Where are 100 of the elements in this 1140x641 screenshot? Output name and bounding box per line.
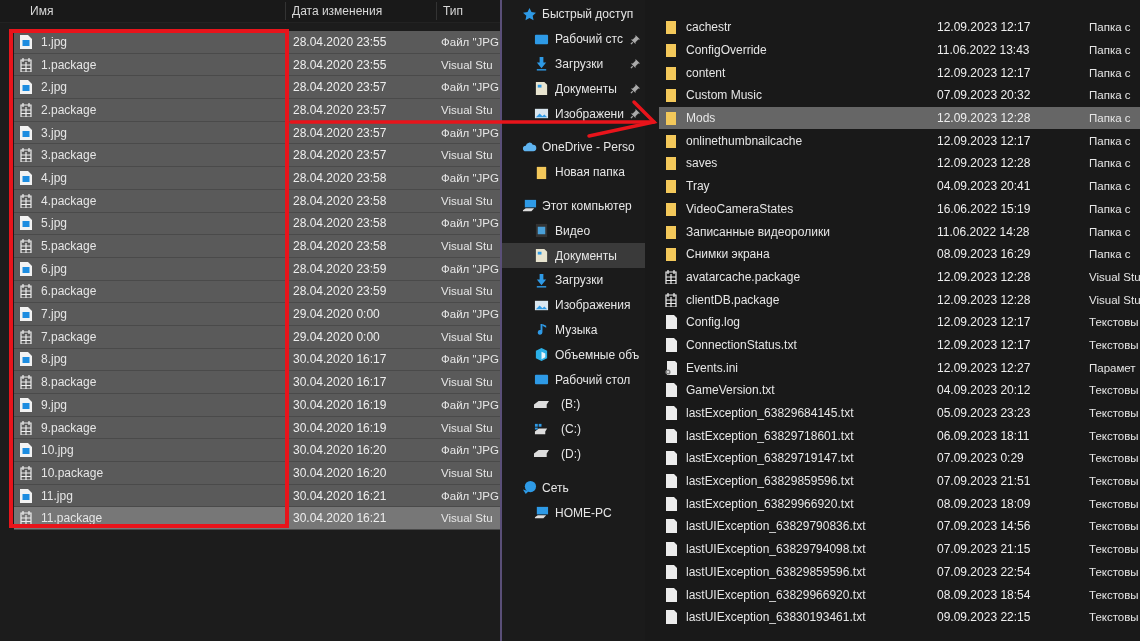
file-row[interactable]: ConnectionStatus.txt 12.09.2023 12:17 Текстовы xyxy=(659,333,1140,357)
date-cell-text: 08.09.2023 18:54 xyxy=(936,587,1032,602)
navigation-item[interactable]: Изображения xyxy=(502,292,645,318)
navigation-item[interactable]: (C:) xyxy=(502,416,645,442)
navigation-item[interactable]: Объемные объ xyxy=(502,342,645,368)
type-cell-text: Visual Stu xyxy=(440,512,494,525)
file-name: lastException_63829719147.txt xyxy=(686,451,854,466)
folder-icon xyxy=(534,164,549,180)
file-row[interactable]: onlinethumbnailcache 12.09.2023 12:17 Папка с xyxy=(659,129,1140,153)
navigation-item[interactable]: HOME-PC xyxy=(502,500,645,525)
file-row[interactable]: lastException_63829718601.txt 06.09.2023 18:11 Текстовы xyxy=(659,424,1140,448)
file-row[interactable]: saves 12.09.2023 12:28 Папка с xyxy=(659,152,1140,175)
type-cell-text: Текстовы xyxy=(1088,543,1140,556)
file-row[interactable]: Events.ini 12.09.2023 12:27 Парамет xyxy=(659,356,1140,379)
file-row[interactable]: Custom Music 07.09.2023 20:32 Папка с xyxy=(659,84,1140,107)
column-header[interactable]: Дата изменения xyxy=(286,2,437,20)
file-row[interactable]: 6.package 28.04.2020 23:59 Visual Stu xyxy=(14,280,500,304)
file-row[interactable]: 8.jpg 30.04.2020 16:17 Файл "JPG xyxy=(14,348,500,372)
navigation-item[interactable]: Быстрый доступ xyxy=(502,2,645,27)
file-row[interactable]: 1.jpg 28.04.2020 23:55 Файл "JPG xyxy=(14,31,500,54)
file-name: VideoCameraStates xyxy=(686,201,794,216)
text-file-icon xyxy=(665,519,677,534)
date-cell-text: 12.09.2023 12:27 xyxy=(936,360,1032,375)
file-row[interactable]: Снимки экрана 08.09.2023 16:29 Папка с xyxy=(659,242,1140,266)
navigation-item[interactable]: Документы xyxy=(502,76,645,102)
type-cell-text: Файл "JPG xyxy=(440,171,500,184)
file-row[interactable]: Tray 04.09.2023 20:41 Папка с xyxy=(659,174,1140,198)
file-row[interactable]: 5.jpg 28.04.2020 23:58 Файл "JPG xyxy=(14,212,500,236)
file-row[interactable]: 2.package 28.04.2020 23:57 Visual Stu xyxy=(14,99,500,122)
folder-icon xyxy=(665,20,677,35)
file-row[interactable]: 3.package 28.04.2020 23:57 Visual Stu xyxy=(14,144,500,168)
file-row[interactable]: cachestr 12.09.2023 12:17 Папка с xyxy=(659,16,1140,39)
file-row[interactable]: 11.jpg 30.04.2020 16:21 Файл "JPG xyxy=(14,484,500,508)
navigation-item[interactable]: Новая папка xyxy=(502,159,645,185)
file-row[interactable]: lastUIException_63829859596.txt 07.09.2023 22:54 Текстовы xyxy=(659,560,1140,584)
date-cell-text: 11.06.2022 13:43 xyxy=(936,43,1031,58)
file-row[interactable]: 4.package 28.04.2020 23:58 Visual Stu xyxy=(14,189,500,213)
navigation-item[interactable]: Загрузки xyxy=(502,267,645,293)
file-row[interactable]: 2.jpg 28.04.2020 23:57 Файл "JPG xyxy=(14,76,500,100)
file-row[interactable]: clientDB.package 12.09.2023 12:28 Visual Stu xyxy=(659,288,1140,311)
file-row[interactable]: 10.jpg 30.04.2020 16:20 Файл "JPG xyxy=(14,439,500,463)
type-cell-text: Текстовы xyxy=(1088,588,1140,601)
file-row[interactable]: ConfigOverride 11.06.2022 13:43 Папка с xyxy=(659,38,1140,62)
navigation-item[interactable]: Сеть xyxy=(502,475,645,501)
file-row[interactable]: 5.package 28.04.2020 23:58 Visual Stu xyxy=(14,235,500,258)
file-name: GameVersion.txt xyxy=(686,383,775,398)
file-name: onlinethumbnailcache xyxy=(686,133,803,148)
file-row[interactable]: 10.package 30.04.2020 16:20 Visual Stu xyxy=(14,462,500,485)
navigation-item[interactable]: Документы xyxy=(502,243,645,268)
file-row[interactable]: content 12.09.2023 12:17 Папка с xyxy=(659,61,1140,85)
file-row[interactable]: 1.package 28.04.2020 23:55 Visual Stu xyxy=(14,53,500,77)
image-file-icon xyxy=(20,261,32,276)
navigation-item[interactable]: Рабочий стс xyxy=(502,26,645,52)
drive-icon xyxy=(534,450,549,458)
file-row[interactable]: lastUIException_63830193461.txt 09.09.2023 22:15 Текстовы xyxy=(659,605,1140,629)
file-row[interactable]: lastException_63829859596.txt 07.09.2023 21:51 Текстовы xyxy=(659,469,1140,493)
navigation-item[interactable]: (B:) xyxy=(502,391,645,417)
type-cell-text: Файл "JPG xyxy=(440,126,500,139)
file-name: 1.package xyxy=(41,57,97,72)
file-row[interactable]: lastException_63829719147.txt 07.09.2023 0:29 Текстовы xyxy=(659,447,1140,470)
file-row[interactable]: lastUIException_63829790836.txt 07.09.2023 14:56 Текстовы xyxy=(659,515,1140,538)
column-header[interactable]: Тип xyxy=(437,2,500,20)
file-row[interactable]: lastUIException_63829794098.txt 07.09.2023 21:15 Текстовы xyxy=(659,537,1140,561)
file-row[interactable]: 4.jpg 28.04.2020 23:58 Файл "JPG xyxy=(14,167,500,190)
image-file-icon xyxy=(20,216,32,231)
file-name: 8.package xyxy=(41,375,97,390)
file-row[interactable]: 7.jpg 29.04.2020 0:00 Файл "JPG xyxy=(14,303,500,326)
date-cell-text: 06.09.2023 18:11 xyxy=(936,428,1031,443)
download-icon xyxy=(534,56,549,72)
date-cell-text: 12.09.2023 12:17 xyxy=(936,315,1032,330)
navigation-item[interactable]: (D:) xyxy=(502,441,645,467)
file-row[interactable]: GameVersion.txt 04.09.2023 20:12 Текстовы xyxy=(659,379,1140,402)
navigation-item[interactable]: OneDrive - Perso xyxy=(502,135,645,160)
column-header[interactable]: Имя xyxy=(0,2,286,20)
file-row[interactable]: lastException_63829966920.txt 08.09.2023 18:09 Текстовы xyxy=(659,492,1140,516)
file-row[interactable]: VideoCameraStates 16.06.2022 15:19 Папка с xyxy=(659,197,1140,221)
type-cell-text: Файл "JPG xyxy=(440,262,500,275)
folder-icon xyxy=(665,247,677,262)
file-row[interactable]: 9.package 30.04.2020 16:19 Visual Stu xyxy=(14,416,500,440)
file-row[interactable]: 7.package 29.04.2020 0:00 Visual Stu xyxy=(14,325,500,349)
navigation-item[interactable]: Изображени xyxy=(502,101,645,126)
file-row[interactable]: Mods 12.09.2023 12:28 Папка с xyxy=(659,106,1140,130)
navigation-item[interactable]: Загрузки xyxy=(502,51,645,77)
file-row[interactable]: avatarcache.package 12.09.2023 12:28 Visual Stu xyxy=(659,265,1140,289)
file-row[interactable]: lastUIException_63829966920.txt 08.09.2023 18:54 Текстовы xyxy=(659,583,1140,606)
file-name: 10.jpg xyxy=(41,443,74,458)
date-cell-text: 09.09.2023 22:15 xyxy=(936,610,1032,625)
navigation-item[interactable]: Рабочий стол xyxy=(502,367,645,392)
file-row[interactable]: 9.jpg 30.04.2020 16:19 Файл "JPG xyxy=(14,394,500,417)
navigation-item[interactable]: Музыка xyxy=(502,317,645,343)
type-cell-text: Visual Stu xyxy=(440,103,494,116)
type-cell-text: Текстовы xyxy=(1088,497,1140,510)
file-row[interactable]: lastException_63829684145.txt 05.09.2023 23:23 Текстовы xyxy=(659,401,1140,425)
file-row[interactable]: Записанные видеоролики 11.06.2022 14:28 Папка с xyxy=(659,220,1140,243)
file-row[interactable]: 8.package 30.04.2020 16:17 Visual Stu xyxy=(14,371,500,394)
navigation-item[interactable]: Видео xyxy=(502,218,645,244)
navigation-item[interactable]: Этот компьютер xyxy=(502,193,645,219)
file-row[interactable]: 6.jpg 28.04.2020 23:59 Файл "JPG xyxy=(14,257,500,281)
type-cell-text: Папка с xyxy=(1088,180,1132,193)
file-row[interactable]: Config.log 12.09.2023 12:17 Текстовы xyxy=(659,310,1140,334)
